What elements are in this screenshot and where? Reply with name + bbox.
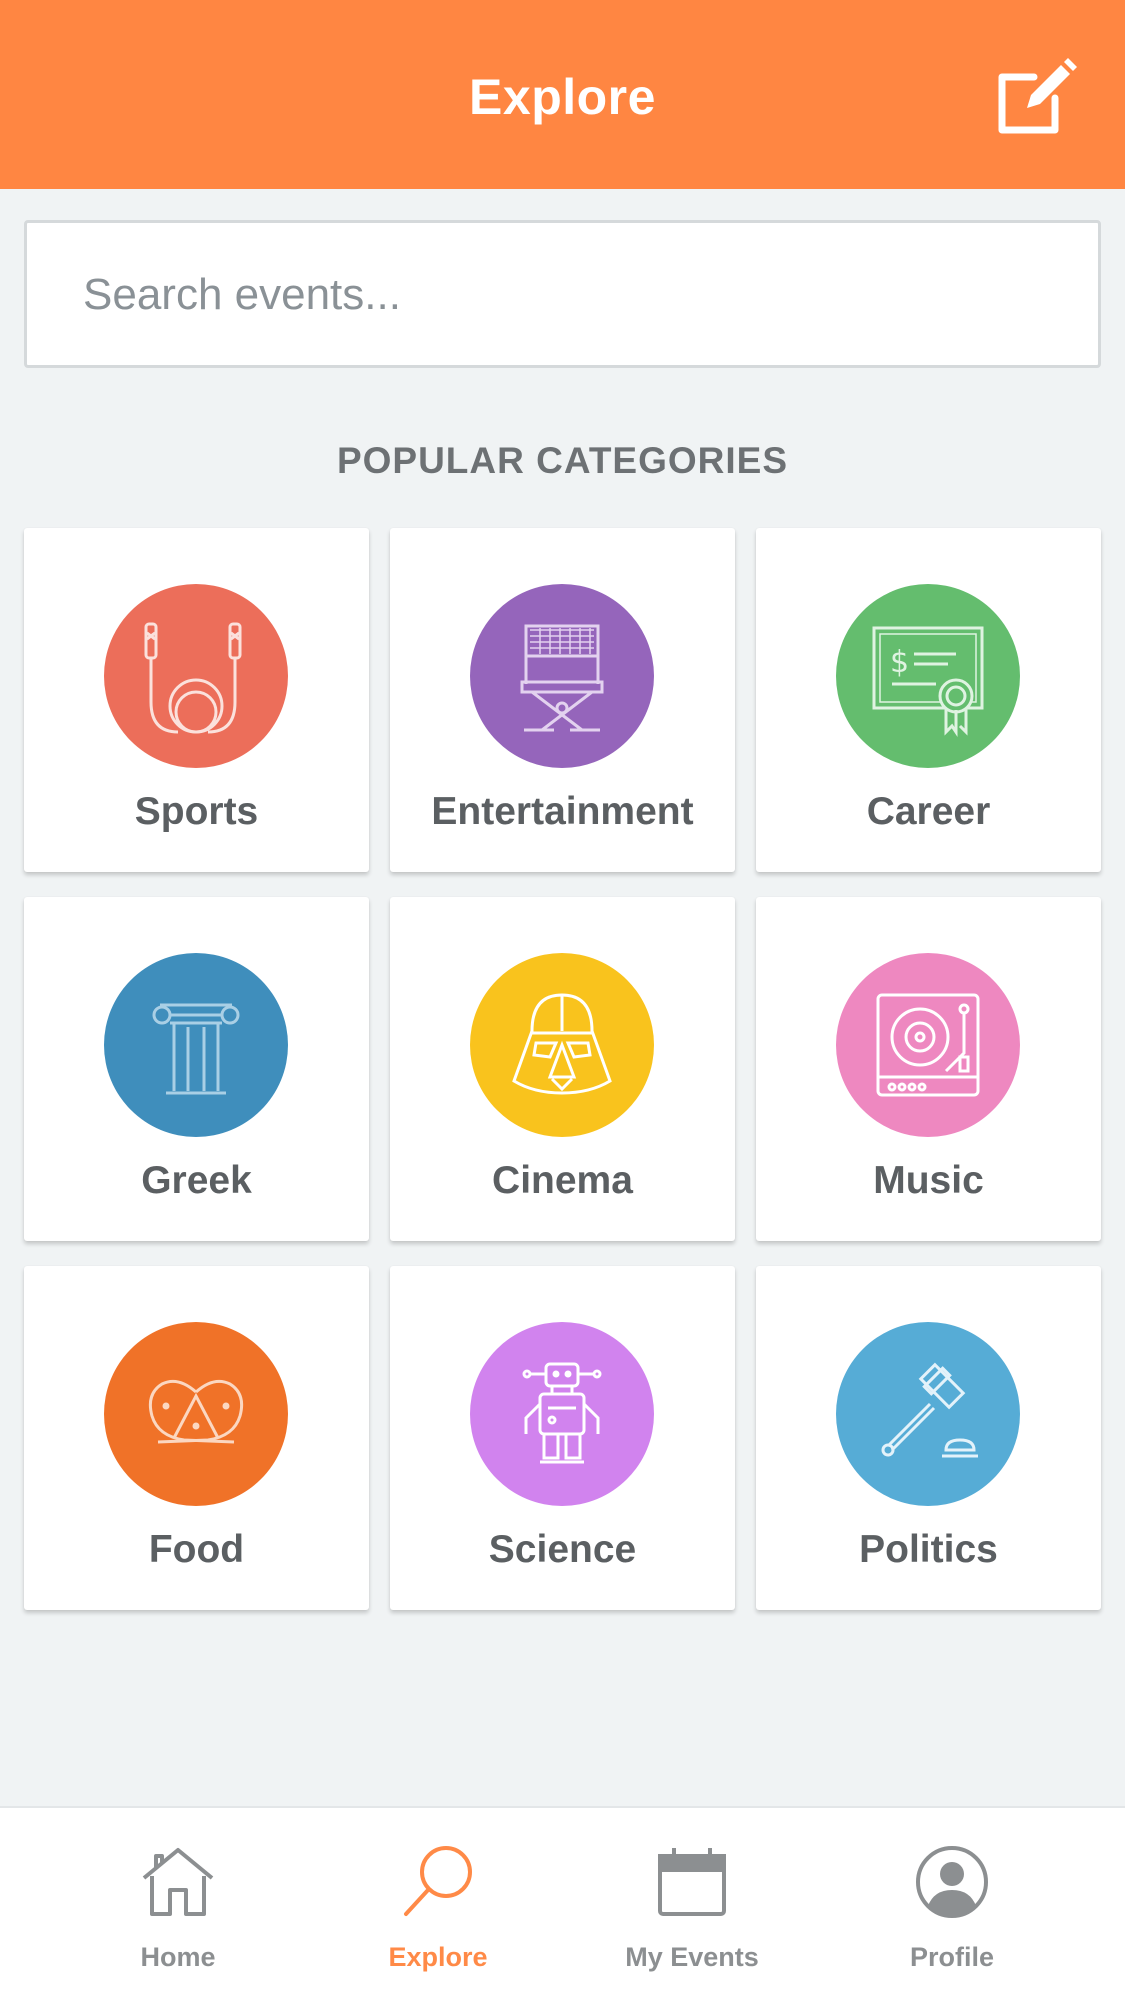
tab-label: My Events	[625, 1942, 759, 1972]
category-label: Cinema	[492, 1159, 633, 1202]
category-icon-circle	[836, 1322, 1020, 1506]
category-card-science[interactable]: Science	[390, 1266, 735, 1610]
category-card-career[interactable]: $ Career	[756, 528, 1101, 872]
category-icon-circle	[104, 584, 288, 768]
category-card-entertainment[interactable]: Entertainment	[390, 528, 735, 872]
directors-chair-icon	[520, 624, 604, 732]
category-label: Music	[873, 1159, 984, 1202]
calendar-icon	[658, 1848, 726, 1916]
profile-icon	[916, 1846, 988, 1918]
tab-label: Explore	[388, 1942, 488, 1972]
category-label: Science	[488, 1528, 637, 1571]
category-label: Food	[148, 1528, 245, 1571]
tab-label: Profile	[909, 1942, 995, 1972]
category-icon-circle	[470, 584, 654, 768]
darth-vader-helmet-icon	[512, 993, 612, 1095]
search-icon	[404, 1846, 472, 1916]
search-input[interactable]	[81, 223, 1085, 367]
jump-rope-icon	[144, 622, 242, 734]
category-label: Politics	[859, 1528, 998, 1571]
gavel-icon	[881, 1362, 978, 1458]
tab-home[interactable]: Home	[78, 1808, 278, 2003]
section-title: POPULAR CATEGORIES	[336, 440, 789, 481]
pretzel-icon	[148, 1379, 244, 1444]
category-icon-circle	[104, 953, 288, 1137]
category-icon-circle	[104, 1322, 288, 1506]
category-card-greek[interactable]: Greek	[24, 897, 369, 1241]
category-icon-circle: $	[836, 584, 1020, 768]
category-card-food[interactable]: Food	[24, 1266, 369, 1610]
category-card-sports[interactable]: Sports	[24, 528, 369, 872]
tab-my-events[interactable]: My Events	[592, 1808, 792, 2003]
category-card-politics[interactable]: Politics	[756, 1266, 1101, 1610]
tab-profile[interactable]: Profile	[852, 1808, 1052, 2003]
page-title: Explore	[469, 69, 656, 125]
tab-explore[interactable]: Explore	[338, 1808, 538, 2003]
category-icon-circle	[470, 1322, 654, 1506]
category-card-music[interactable]: Music	[756, 897, 1101, 1241]
robot-icon	[522, 1362, 602, 1464]
category-icon-circle	[836, 953, 1020, 1137]
category-label: Career	[866, 790, 991, 833]
greek-column-icon	[152, 1003, 240, 1095]
search-box[interactable]	[24, 220, 1101, 368]
turntable-icon	[876, 993, 980, 1097]
tab-bar: Home Explore My Events Profile	[0, 1806, 1125, 2003]
compose-button[interactable]	[990, 52, 1080, 142]
certificate-icon: $	[872, 626, 984, 737]
tab-label: Home	[140, 1942, 216, 1972]
category-label: Sports	[134, 790, 259, 833]
category-card-cinema[interactable]: Cinema	[390, 897, 735, 1241]
svg-text:$: $	[890, 645, 909, 680]
compose-icon	[998, 58, 1077, 134]
category-label: Greek	[141, 1159, 252, 1202]
app-header: Explore	[0, 0, 1125, 189]
home-icon	[142, 1848, 214, 1916]
category-icon-circle	[470, 953, 654, 1137]
category-label: Entertainment	[431, 790, 694, 833]
